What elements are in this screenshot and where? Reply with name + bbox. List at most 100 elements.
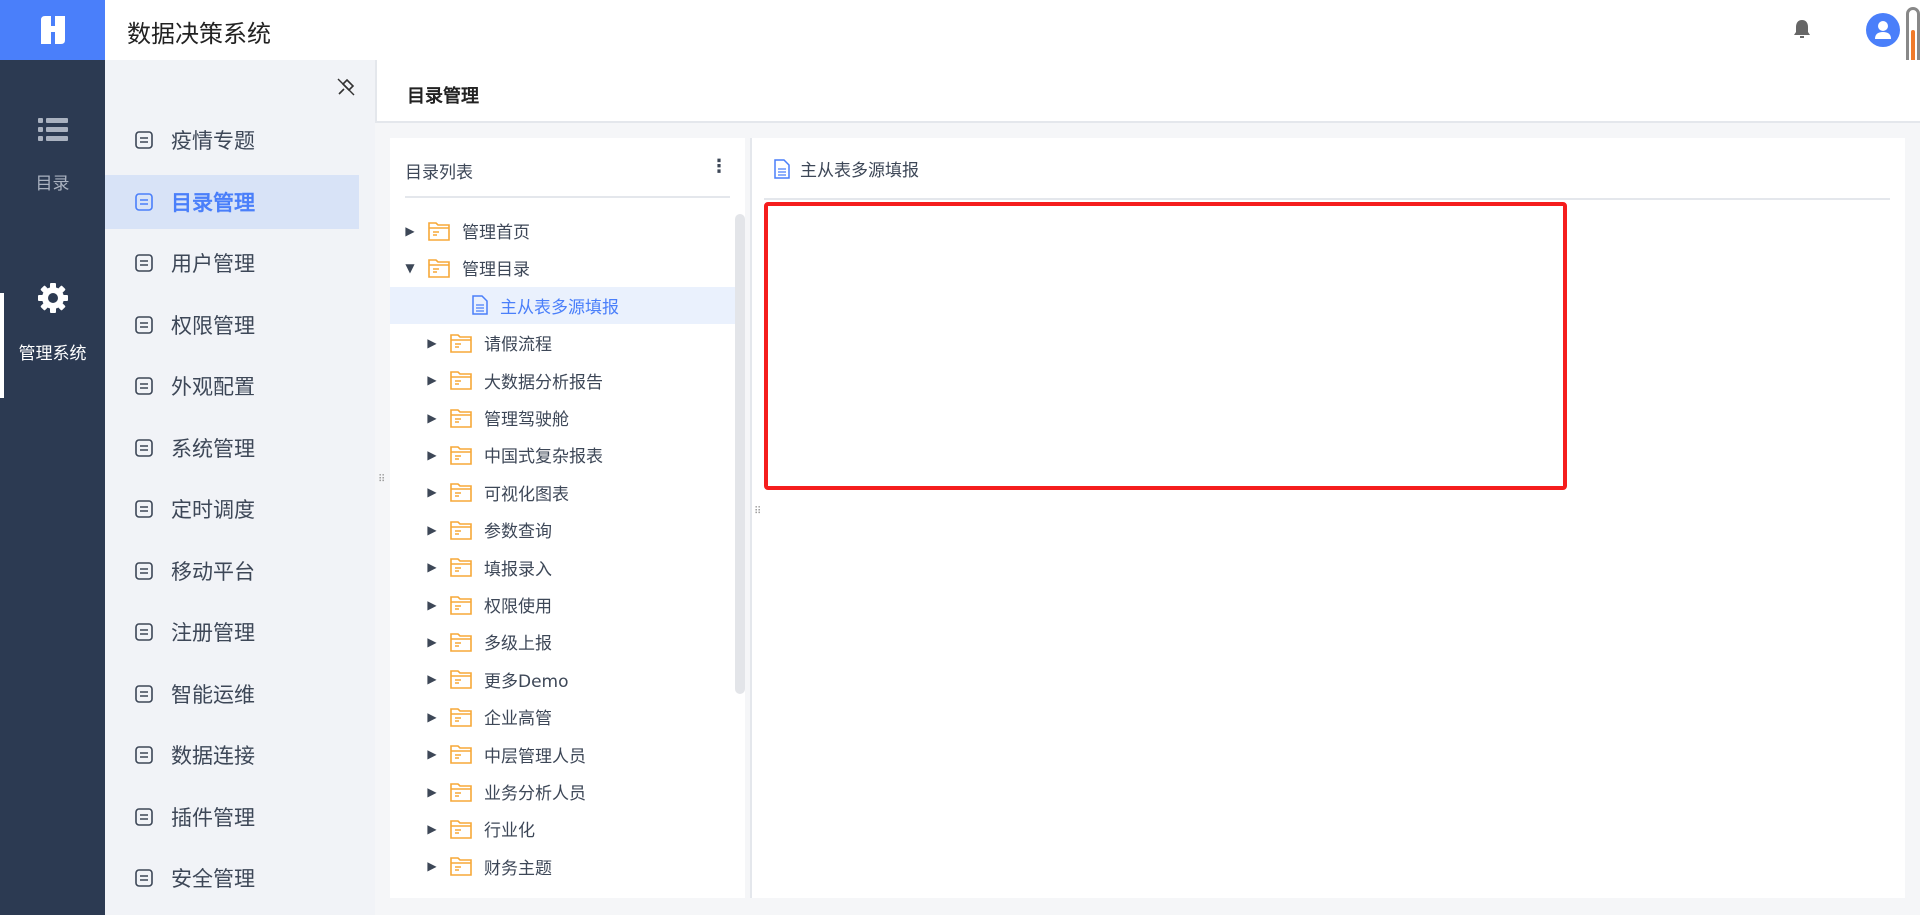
shield-icon bbox=[135, 869, 153, 887]
tree-item[interactable]: ▶ 请假流程 bbox=[390, 324, 735, 361]
tree-item[interactable]: ▶ 大数据分析报告 bbox=[390, 362, 735, 399]
tree-item-label: 业务分析人员 bbox=[484, 784, 586, 804]
lock-icon bbox=[135, 315, 153, 334]
caret-right-icon[interactable]: ▶ bbox=[422, 598, 442, 612]
sidebar-item-label: 用户管理 bbox=[171, 252, 255, 276]
sidebar-item-3[interactable]: 权限管理 bbox=[105, 298, 359, 352]
tree-item[interactable]: ▶ 更多Demo bbox=[390, 661, 735, 698]
caret-right-icon[interactable]: ▶ bbox=[422, 560, 442, 574]
tree-item-label: 管理首页 bbox=[462, 223, 530, 243]
nav-catalog-label: 目录 bbox=[35, 174, 70, 194]
tree-item[interactable]: ▶ 财务主题 bbox=[390, 848, 735, 885]
list-icon bbox=[37, 118, 68, 141]
caret-down-icon[interactable]: ▼ bbox=[400, 261, 420, 275]
tree-item[interactable]: ▶ 管理首页 bbox=[390, 212, 735, 249]
caret-right-icon[interactable]: ▶ bbox=[422, 635, 442, 649]
more-options-icon[interactable]: ⋮ bbox=[710, 156, 728, 177]
caret-right-icon[interactable]: ▶ bbox=[422, 822, 442, 836]
tree-item[interactable]: ▶ 中层管理人员 bbox=[390, 736, 735, 773]
avatar bbox=[1866, 13, 1900, 47]
tree-item[interactable]: ▶ 管理驾驶舱 bbox=[390, 399, 735, 436]
sidebar-item-6[interactable]: 定时调度 bbox=[105, 482, 359, 536]
tree-item[interactable]: ▶ 填报录入 bbox=[390, 549, 735, 586]
tree-item[interactable]: ▶ 企业高管 bbox=[390, 698, 735, 735]
sidebar-item-1[interactable]: 目录管理 bbox=[105, 174, 359, 229]
tree-item-label: 大数据分析报告 bbox=[484, 372, 603, 393]
sidebar-item-7[interactable]: 移动平台 bbox=[105, 544, 359, 598]
sidebar-item-12[interactable]: 安全管理 bbox=[105, 851, 359, 905]
folder-icon bbox=[450, 446, 472, 465]
sidebar-item-11[interactable]: 插件管理 bbox=[105, 790, 359, 844]
nav-catalog[interactable]: 目录 bbox=[0, 118, 105, 194]
tree-scrollbar[interactable] bbox=[735, 214, 745, 694]
folder-icon bbox=[450, 707, 472, 727]
tree-item-label: 企业高管 bbox=[484, 709, 552, 730]
sidebar-item-label: 目录管理 bbox=[171, 190, 255, 215]
app-logo[interactable] bbox=[0, 0, 105, 60]
sidebar-item-label: 疫情专题 bbox=[171, 129, 255, 153]
resize-handle[interactable]: ⠿ bbox=[378, 475, 386, 485]
caret-right-icon[interactable]: ▶ bbox=[422, 747, 442, 761]
folder-icon bbox=[450, 820, 472, 839]
tree-item-label: 权限使用 bbox=[484, 597, 552, 617]
resize-handle[interactable]: ⠿ bbox=[754, 507, 762, 517]
caret-right-icon[interactable]: ▶ bbox=[422, 785, 442, 799]
caret-right-icon[interactable]: ▶ bbox=[422, 373, 442, 387]
tree-item[interactable]: ▶ 中国式复杂报表 bbox=[390, 436, 735, 473]
tree-item[interactable]: ▼ 管理目录 bbox=[390, 249, 735, 286]
sidebar-item-9[interactable]: 智能运维 bbox=[105, 667, 359, 721]
sidebar-item-label: 数据连接 bbox=[171, 744, 255, 768]
tree-item-label: 中层管理人员 bbox=[484, 746, 586, 767]
nav-management-label: 管理系统 bbox=[18, 344, 87, 364]
tree-item-label: 中国式复杂报表 bbox=[484, 447, 603, 468]
caret-right-icon[interactable]: ▶ bbox=[400, 224, 420, 238]
puzzle-icon bbox=[135, 807, 153, 826]
sidebar-item-label: 安全管理 bbox=[171, 867, 255, 891]
folder-icon bbox=[450, 558, 472, 577]
sidebar-item-0[interactable]: 疫情专题 bbox=[105, 113, 359, 167]
page-title: 目录管理 bbox=[407, 86, 479, 107]
monitor-icon bbox=[135, 131, 153, 149]
sidebar-item-label: 插件管理 bbox=[171, 805, 255, 830]
tree-item[interactable]: 主从表多源填报 bbox=[390, 286, 735, 324]
sidebar-item-4[interactable]: 外观配置 bbox=[105, 359, 359, 413]
logo-icon bbox=[40, 16, 65, 44]
folder-icon bbox=[450, 371, 472, 390]
tree-item-label: 请假流程 bbox=[484, 335, 552, 356]
sidebar-item-label: 智能运维 bbox=[171, 682, 255, 707]
notification-bell-icon[interactable] bbox=[1793, 18, 1811, 40]
caret-right-icon[interactable]: ▶ bbox=[422, 336, 442, 350]
caret-right-icon[interactable]: ▶ bbox=[422, 859, 442, 873]
tree-item[interactable]: ▶ 行业化 bbox=[390, 810, 735, 847]
caret-right-icon[interactable]: ▶ bbox=[422, 672, 442, 686]
detail-title: 主从表多源填报 bbox=[800, 161, 919, 181]
sidebar-item-5[interactable]: 系统管理 bbox=[105, 421, 359, 475]
folder-icon bbox=[450, 745, 472, 764]
tree-item-label: 填报录入 bbox=[484, 559, 552, 580]
sidebar-item-10[interactable]: 数据连接 bbox=[105, 728, 359, 782]
top-header: 数据决策系统 system bbox=[105, 0, 1920, 60]
folder-icon bbox=[450, 782, 472, 802]
tree-item[interactable]: ▶ 业务分析人员 bbox=[390, 773, 735, 810]
caret-right-icon[interactable]: ▶ bbox=[422, 411, 442, 425]
caret-right-icon[interactable]: ▶ bbox=[422, 485, 442, 499]
caret-right-icon[interactable]: ▶ bbox=[422, 448, 442, 462]
catalog-tree-panel: 目录列表 ⋮ ▶ 管理首页 ▼ 管理目录 主从表多源填报 ▶ 请假流程 ▶ 大数据分析报告 ▶ 管理… bbox=[390, 138, 745, 898]
tree-item-label: 行业化 bbox=[484, 821, 535, 842]
sidebar-item-label: 系统管理 bbox=[171, 436, 255, 461]
caret-right-icon[interactable]: ▶ bbox=[422, 523, 442, 537]
sidebar-item-2[interactable]: 用户管理 bbox=[105, 236, 359, 290]
tree-item[interactable]: ▶ 参数查询 bbox=[390, 511, 735, 548]
tree-item-label: 可视化图表 bbox=[484, 484, 569, 505]
caret-right-icon[interactable]: ▶ bbox=[422, 710, 442, 724]
nav-management[interactable]: 管理系统 bbox=[0, 282, 105, 364]
tree-item[interactable]: ▶ 多级上报 bbox=[390, 623, 735, 660]
tree-item-label: 财务主题 bbox=[484, 858, 552, 879]
tree-item[interactable]: ▶ 可视化图表 bbox=[390, 474, 735, 511]
unpin-icon[interactable] bbox=[335, 76, 357, 98]
folder-icon bbox=[450, 595, 472, 615]
secondary-sidebar: 疫情专题目录管理用户管理权限管理外观配置系统管理定时调度移动平台注册管理智能运维… bbox=[105, 60, 375, 915]
sidebar-item-8[interactable]: 注册管理 bbox=[105, 605, 359, 659]
folder-icon bbox=[450, 857, 472, 877]
tree-item[interactable]: ▶ 权限使用 bbox=[390, 586, 735, 623]
